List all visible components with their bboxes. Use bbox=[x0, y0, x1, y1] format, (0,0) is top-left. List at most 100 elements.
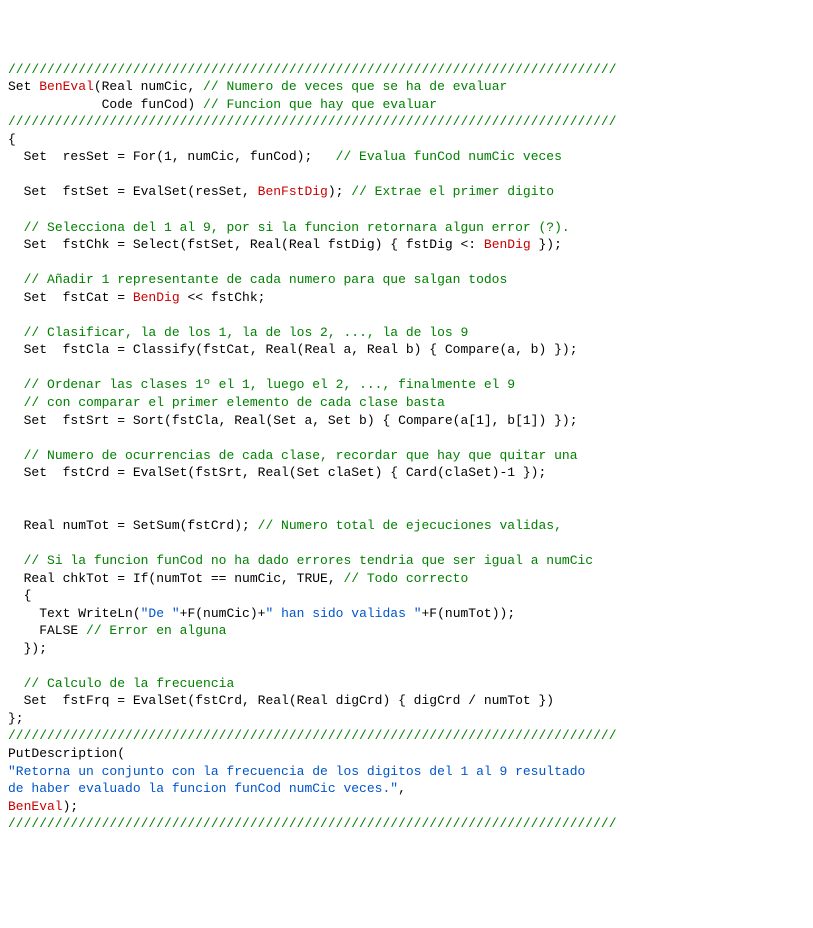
code-segment: }); bbox=[531, 237, 562, 252]
code-line: Set fstSrt = Sort(fstCla, Real(Set a, Se… bbox=[8, 412, 805, 430]
code-segment: de haber evaluado la funcion funCod numC… bbox=[8, 781, 398, 796]
code-line: // Si la funcion funCod no ha dado error… bbox=[8, 552, 805, 570]
code-line: Set fstCrd = EvalSet(fstSrt, Real(Set cl… bbox=[8, 464, 805, 482]
code-line: Real chkTot = If(numTot == numCic, TRUE,… bbox=[8, 570, 805, 588]
code-line: // con comparar el primer elemento de ca… bbox=[8, 394, 805, 412]
code-line: ////////////////////////////////////////… bbox=[8, 727, 805, 745]
code-segment bbox=[8, 220, 24, 235]
code-line: Set fstFrq = EvalSet(fstCrd, Real(Real d… bbox=[8, 692, 805, 710]
code-segment: ////////////////////////////////////////… bbox=[8, 816, 617, 831]
code-line: Set resSet = For(1, numCic, funCod); // … bbox=[8, 148, 805, 166]
code-line: ////////////////////////////////////////… bbox=[8, 61, 805, 79]
code-segment: (Real numCic, bbox=[94, 79, 203, 94]
code-segment: // Clasificar, la de los 1, la de los 2,… bbox=[24, 325, 469, 340]
code-line: ////////////////////////////////////////… bbox=[8, 815, 805, 833]
code-segment bbox=[8, 676, 24, 691]
code-line: de haber evaluado la funcion funCod numC… bbox=[8, 780, 805, 798]
code-segment bbox=[8, 272, 24, 287]
code-segment: // Numero de ocurrencias de cada clase, … bbox=[24, 448, 578, 463]
code-segment: { bbox=[8, 132, 16, 147]
code-segment: ////////////////////////////////////////… bbox=[8, 114, 617, 129]
code-segment: << fstChk; bbox=[180, 290, 266, 305]
code-line: PutDescription( bbox=[8, 745, 805, 763]
code-line bbox=[8, 359, 805, 377]
code-segment: // Numero total de ejecuciones validas, bbox=[258, 518, 562, 533]
code-segment: Real numTot = SetSum(fstCrd); bbox=[8, 518, 258, 533]
code-line: Real numTot = SetSum(fstCrd); // Numero … bbox=[8, 517, 805, 535]
code-line: Set fstSet = EvalSet(resSet, BenFstDig);… bbox=[8, 183, 805, 201]
code-segment: PutDescription( bbox=[8, 746, 125, 761]
code-segment: // Evalua funCod numCic veces bbox=[336, 149, 562, 164]
code-segment: // Numero de veces que se ha de evaluar bbox=[203, 79, 507, 94]
code-line: Set fstCla = Classify(fstCat, Real(Real … bbox=[8, 341, 805, 359]
code-line bbox=[8, 201, 805, 219]
code-segment: "De " bbox=[141, 606, 180, 621]
code-segment: // con comparar el primer elemento de ca… bbox=[24, 395, 445, 410]
code-segment: // Error en alguna bbox=[86, 623, 226, 638]
code-segment: }; bbox=[8, 711, 24, 726]
code-segment: +F(numCic)+ bbox=[180, 606, 266, 621]
code-segment bbox=[8, 448, 24, 463]
code-line: Set fstCat = BenDig << fstChk; bbox=[8, 289, 805, 307]
code-line: // Calculo de la frecuencia bbox=[8, 675, 805, 693]
code-segment: BenDig bbox=[133, 290, 180, 305]
code-segment: // Extrae el primer digito bbox=[351, 184, 554, 199]
code-line: "Retorna un conjunto con la frecuencia d… bbox=[8, 763, 805, 781]
code-segment: BenDig bbox=[484, 237, 531, 252]
code-line: { bbox=[8, 587, 805, 605]
code-segment: // Ordenar las clases 1º el 1, luego el … bbox=[24, 377, 515, 392]
code-segment: // Si la funcion funCod no ha dado error… bbox=[24, 553, 594, 568]
code-segment: Set resSet = For(1, numCic, funCod); bbox=[8, 149, 336, 164]
code-line: // Selecciona del 1 al 9, por si la func… bbox=[8, 219, 805, 237]
code-segment: +F(numTot)); bbox=[422, 606, 516, 621]
code-segment: Set bbox=[8, 79, 39, 94]
code-segment: Text WriteLn( bbox=[8, 606, 141, 621]
code-segment: Set fstCat = bbox=[8, 290, 133, 305]
code-line bbox=[8, 482, 805, 500]
code-segment: Code funCod) bbox=[8, 97, 203, 112]
code-line: Set BenEval(Real numCic, // Numero de ve… bbox=[8, 78, 805, 96]
code-line bbox=[8, 534, 805, 552]
code-line bbox=[8, 254, 805, 272]
code-segment bbox=[8, 377, 24, 392]
code-segment: // Selecciona del 1 al 9, por si la func… bbox=[24, 220, 570, 235]
code-line: Text WriteLn("De "+F(numCic)+" han sido … bbox=[8, 605, 805, 623]
code-line: }; bbox=[8, 710, 805, 728]
code-line: { bbox=[8, 131, 805, 149]
code-line: }); bbox=[8, 640, 805, 658]
code-segment: { bbox=[8, 588, 31, 603]
code-segment: Set fstCrd = EvalSet(fstSrt, Real(Set cl… bbox=[8, 465, 546, 480]
code-segment: "Retorna un conjunto con la frecuencia d… bbox=[8, 764, 585, 779]
code-line bbox=[8, 166, 805, 184]
code-segment: ); bbox=[63, 799, 79, 814]
code-line: // Clasificar, la de los 1, la de los 2,… bbox=[8, 324, 805, 342]
code-segment bbox=[8, 395, 24, 410]
code-line: Set fstChk = Select(fstSet, Real(Real fs… bbox=[8, 236, 805, 254]
code-line bbox=[8, 657, 805, 675]
code-segment: BenFstDig bbox=[258, 184, 328, 199]
code-segment bbox=[8, 553, 24, 568]
code-line: ////////////////////////////////////////… bbox=[8, 113, 805, 131]
code-segment: ////////////////////////////////////////… bbox=[8, 728, 617, 743]
code-segment: Set fstCla = Classify(fstCat, Real(Real … bbox=[8, 342, 578, 357]
code-line: Code funCod) // Funcion que hay que eval… bbox=[8, 96, 805, 114]
code-segment: BenEval bbox=[8, 799, 63, 814]
code-segment: Set fstFrq = EvalSet(fstCrd, Real(Real d… bbox=[8, 693, 554, 708]
code-segment: // Calculo de la frecuencia bbox=[24, 676, 235, 691]
code-segment: Real chkTot = If(numTot == numCic, TRUE, bbox=[8, 571, 343, 586]
code-segment: // Funcion que hay que evaluar bbox=[203, 97, 437, 112]
code-segment: }); bbox=[8, 641, 47, 656]
code-block: ////////////////////////////////////////… bbox=[8, 61, 805, 833]
code-segment: // Añadir 1 representante de cada numero… bbox=[24, 272, 508, 287]
code-segment bbox=[8, 325, 24, 340]
code-segment: Set fstChk = Select(fstSet, Real(Real fs… bbox=[8, 237, 484, 252]
code-line bbox=[8, 429, 805, 447]
code-segment: " han sido validas " bbox=[265, 606, 421, 621]
code-segment: ////////////////////////////////////////… bbox=[8, 62, 617, 77]
code-segment: ); bbox=[328, 184, 351, 199]
code-line bbox=[8, 306, 805, 324]
code-line: FALSE // Error en alguna bbox=[8, 622, 805, 640]
code-line: // Numero de ocurrencias de cada clase, … bbox=[8, 447, 805, 465]
code-segment: FALSE bbox=[8, 623, 86, 638]
code-segment: // Todo correcto bbox=[343, 571, 468, 586]
